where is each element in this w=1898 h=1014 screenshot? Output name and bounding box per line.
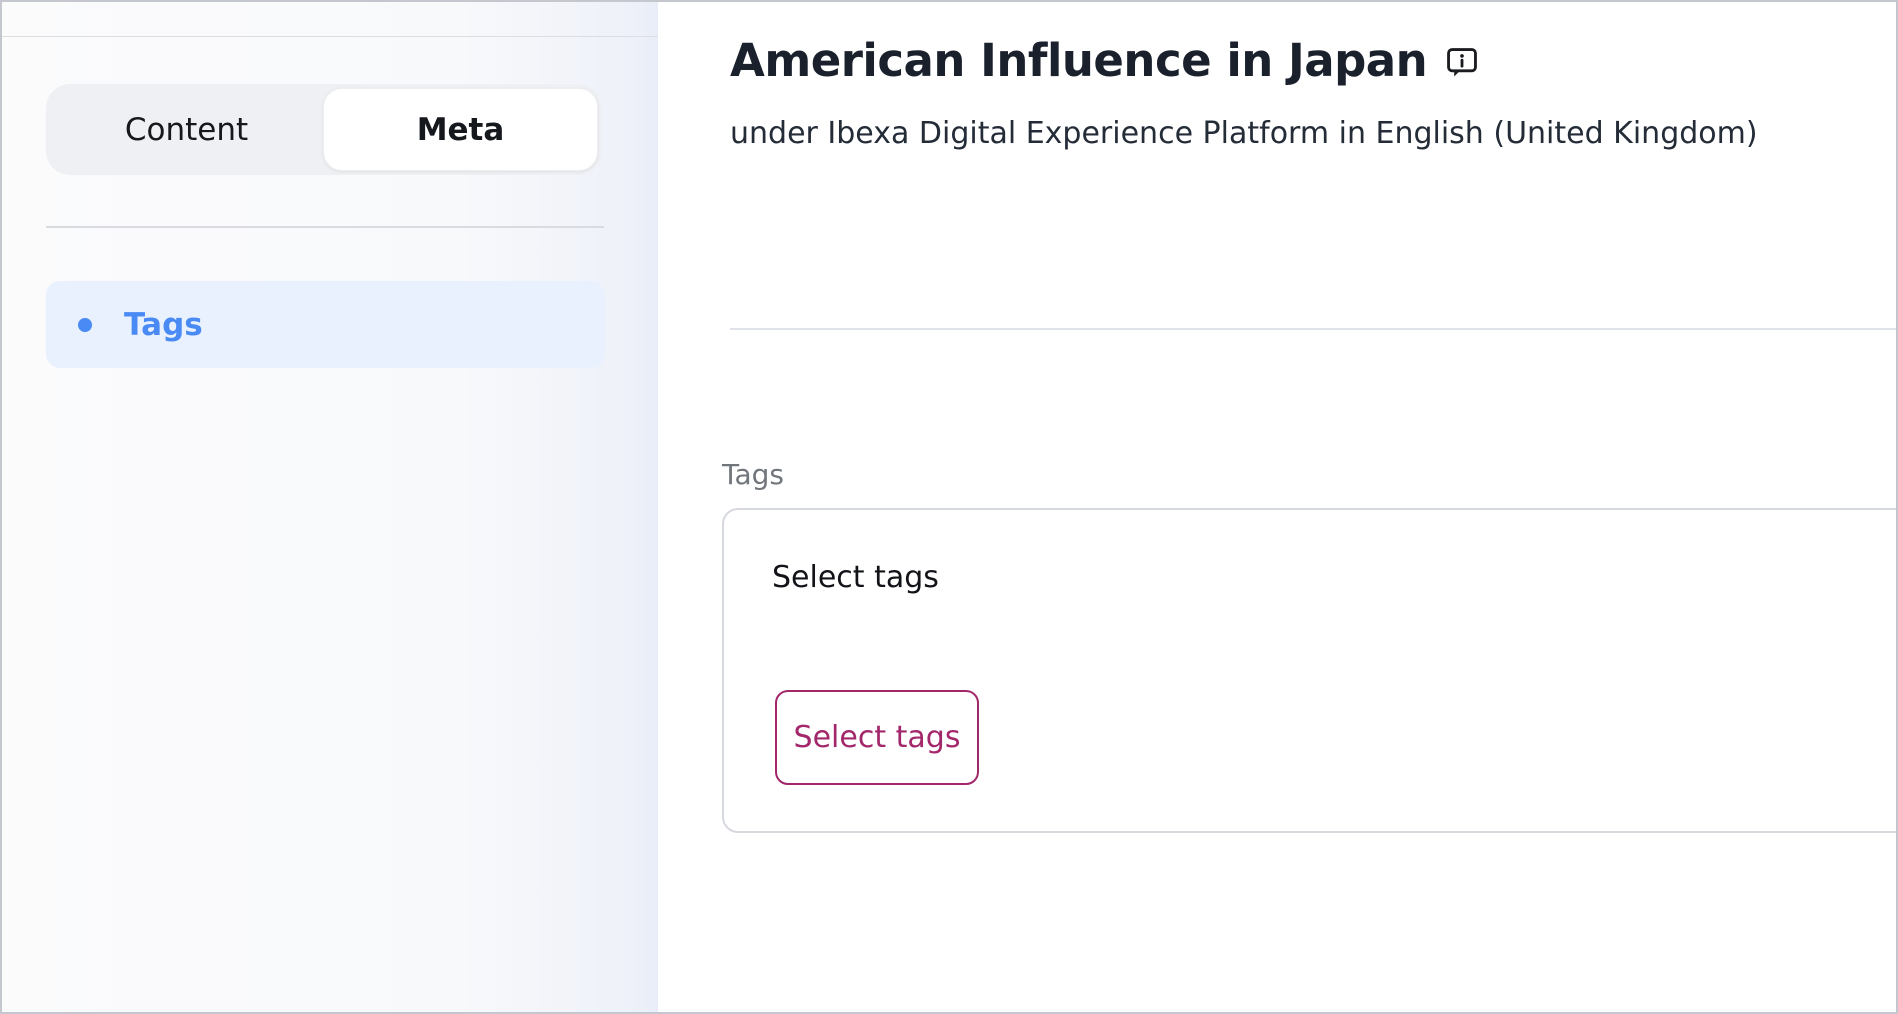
select-tags-label: Select tags (772, 560, 939, 595)
sidebar-top-divider (0, 36, 658, 37)
page-subtitle: under Ibexa Digital Experience Platform … (730, 116, 1758, 151)
content-divider (730, 328, 1898, 330)
tags-field-label: Tags (722, 458, 784, 491)
sidebar: Content Meta Tags (0, 0, 658, 1014)
page-title: American Influence in Japan (730, 30, 1427, 92)
tab-content[interactable]: Content (50, 88, 323, 171)
content-meta-tab-switcher: Content Meta (46, 84, 602, 175)
tab-meta[interactable]: Meta (323, 88, 598, 171)
tags-field-card: Select tags Select tags (722, 508, 1898, 833)
main-content: American Influence in Japan under Ibexa … (658, 0, 1898, 1014)
select-tags-button[interactable]: Select tags (775, 690, 979, 785)
sidebar-item-label: Tags (124, 307, 203, 343)
sidebar-item-tags[interactable]: Tags (46, 281, 605, 368)
bullet-dot-icon (78, 318, 92, 332)
info-tooltip-icon[interactable] (1445, 46, 1479, 80)
sidebar-section-divider (46, 226, 604, 228)
title-row: American Influence in Japan (730, 30, 1479, 92)
